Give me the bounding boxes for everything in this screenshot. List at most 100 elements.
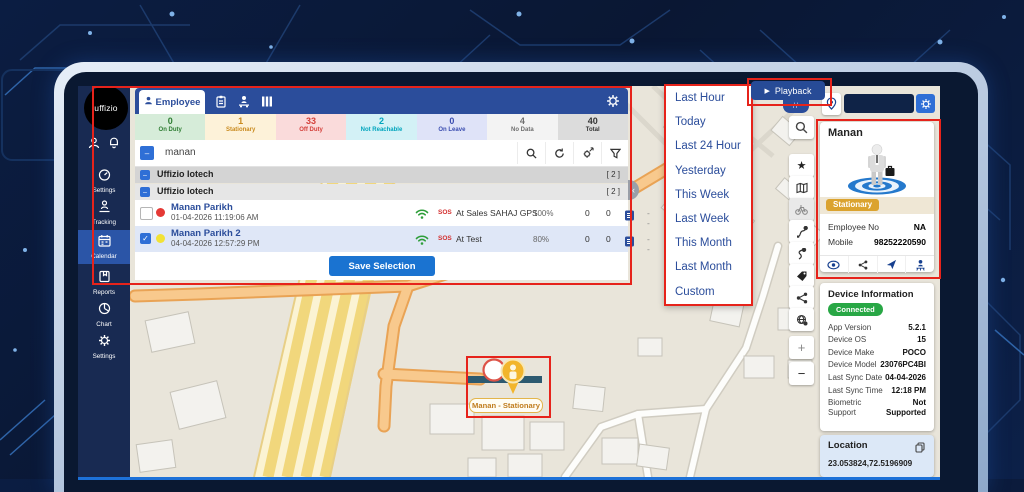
status-on-duty[interactable]: 0On Duty [135, 114, 205, 140]
form-icon[interactable] [624, 234, 635, 252]
topbar-collapse-handle[interactable]: // [783, 100, 809, 113]
search-icon[interactable] [517, 142, 545, 164]
map-share-button[interactable] [789, 286, 814, 309]
detail-action-row [820, 255, 934, 273]
map-trip-button[interactable] [789, 242, 814, 265]
status-on-leave[interactable]: 0On Leave [417, 114, 487, 140]
device-row-app-version: App Version5.2.1 [820, 323, 934, 332]
copy-icon[interactable] [915, 440, 925, 458]
option-today[interactable]: Today [666, 110, 751, 134]
battery-percent: 80% [533, 235, 549, 244]
count-col-2: 0 [606, 234, 611, 244]
option-last-month[interactable]: Last Month [666, 255, 751, 279]
sidebar-item-label: Chart [78, 321, 130, 328]
page: { "brand": {"logo": "uffizio"}, "sidebar… [0, 0, 1024, 479]
map-geofence-button[interactable] [789, 308, 814, 331]
map-zoom-in-button[interactable]: + [789, 336, 814, 359]
status-total[interactable]: 40Total [558, 114, 628, 140]
map-zoom-out-button[interactable]: − [789, 362, 814, 385]
filter-funnel-icon[interactable] [601, 142, 629, 164]
sidebar-item-settings-bottom[interactable]: Settings [78, 334, 130, 360]
sidebar-item-label: Reports [78, 289, 130, 296]
checkbox-dash: – [143, 189, 147, 196]
slashes-icon: // [793, 103, 799, 110]
sidebar-item-label: Settings [78, 187, 130, 194]
plus-icon: + [798, 340, 806, 355]
bell-icon[interactable] [108, 136, 120, 154]
star-icon: ★ [797, 159, 807, 172]
count-col-1: 0 [585, 208, 590, 218]
map-search-button[interactable] [789, 116, 814, 139]
org-person-icon[interactable] [238, 95, 250, 113]
collapsed-header-bar[interactable] [844, 94, 914, 113]
group-checkbox[interactable]: – [140, 170, 150, 180]
employee-row-2[interactable]: ✓ Manan Parikh 2 04-04-2026 12:57:29 PM … [135, 226, 628, 253]
badge-strip: Stationary [820, 197, 934, 214]
detail-name: Manan [828, 127, 863, 139]
search-input[interactable]: manan [165, 147, 196, 158]
employee-row-1[interactable]: Manan Parikh 01-04-2026 11:19:06 AM SOS … [135, 200, 628, 227]
share-button[interactable] [848, 256, 877, 273]
save-selection-button[interactable]: Save Selection [329, 256, 435, 276]
save-row: Save Selection [135, 252, 628, 280]
employee-checkbox[interactable] [140, 207, 153, 220]
status-not-reachable[interactable]: 2Not Reachable [346, 114, 416, 140]
eye-button[interactable] [820, 256, 848, 273]
brand-logo[interactable]: uffizio [84, 86, 128, 130]
status-dot-red [156, 208, 165, 217]
employee-checkbox-checked[interactable]: ✓ [140, 233, 151, 244]
clipboard-icon[interactable] [215, 95, 227, 113]
sidebar-item-chart[interactable]: Chart [78, 302, 130, 328]
location-card: Location 23.053824,72.5196909 [820, 435, 934, 477]
select-all-checkbox[interactable]: – [140, 146, 154, 160]
map-bike-button[interactable] [789, 198, 814, 221]
sidebar: uffizio Settings Tracking Calendar Repor… [78, 86, 130, 477]
chevron-left-icon: ‹ [632, 185, 635, 195]
group-row-2[interactable]: – Uffizio Iotech [ 2 ] [135, 184, 628, 200]
employee-datetime: 04-04-2026 12:57:29 PM [171, 239, 260, 248]
option-last-24-hour[interactable]: Last 24 Hour [666, 134, 751, 158]
map-layers-button[interactable] [789, 176, 814, 199]
playback-button[interactable]: ▶ Playback [751, 81, 825, 100]
option-custom[interactable]: Custom [666, 280, 751, 304]
option-last-hour[interactable]: Last Hour [666, 86, 751, 110]
person-pin-button[interactable] [905, 256, 934, 273]
option-this-month[interactable]: This Month [666, 231, 751, 255]
employee-address: At Sales SAHAJ GPS [456, 208, 538, 218]
device-row-os: Device OS15 [820, 335, 934, 344]
group-row-1[interactable]: – Uffizio Iotech [ 2 ] [135, 167, 628, 183]
status-stationary[interactable]: 1Stationary [205, 114, 275, 140]
map-poi-star-button[interactable]: ★ [789, 154, 814, 177]
sidebar-item-settings-top[interactable]: Settings [78, 168, 130, 194]
sidebar-item-reports[interactable]: Reports [78, 270, 130, 296]
employee-address: At Test [456, 234, 482, 244]
sidebar-item-calendar[interactable]: Calendar [78, 230, 130, 264]
user-icon[interactable] [88, 136, 100, 154]
playback-label: Playback [775, 86, 812, 96]
panel-gear-icon[interactable] [606, 94, 620, 113]
refresh-icon[interactable] [545, 142, 573, 164]
option-yesterday[interactable]: Yesterday [666, 159, 751, 183]
status-no-data[interactable]: 4No Data [487, 114, 557, 140]
map-settings-gear-button[interactable] [916, 94, 935, 113]
play-icon: ▶ [765, 87, 770, 95]
grid-columns-icon[interactable] [261, 95, 273, 113]
option-last-week[interactable]: Last Week [666, 207, 751, 231]
map-route-button[interactable] [789, 220, 814, 243]
navigate-button[interactable] [877, 256, 906, 273]
form-icon[interactable] [624, 208, 635, 226]
tab-employee[interactable]: Employee [139, 90, 205, 114]
battery-percent: 100% [533, 209, 553, 218]
gear-export-icon[interactable] [573, 142, 601, 164]
sidebar-item-tracking[interactable]: Tracking [78, 200, 130, 226]
time-range-dropdown: Last Hour Today Last 24 Hour Yesterday T… [664, 84, 753, 306]
map-marker[interactable]: Manan - Stationary [468, 358, 546, 414]
map-tag-button[interactable] [789, 264, 814, 287]
device-info-card: Device Information Connected App Version… [820, 283, 934, 431]
status-off-duty[interactable]: 33Off Duty [276, 114, 346, 140]
group-checkbox[interactable]: – [140, 187, 150, 197]
sidebar-item-label: Tracking [78, 219, 130, 226]
sos-label: SOS [438, 209, 452, 216]
option-this-week[interactable]: This Week [666, 183, 751, 207]
group-name: Uffizio Iotech [157, 169, 214, 179]
